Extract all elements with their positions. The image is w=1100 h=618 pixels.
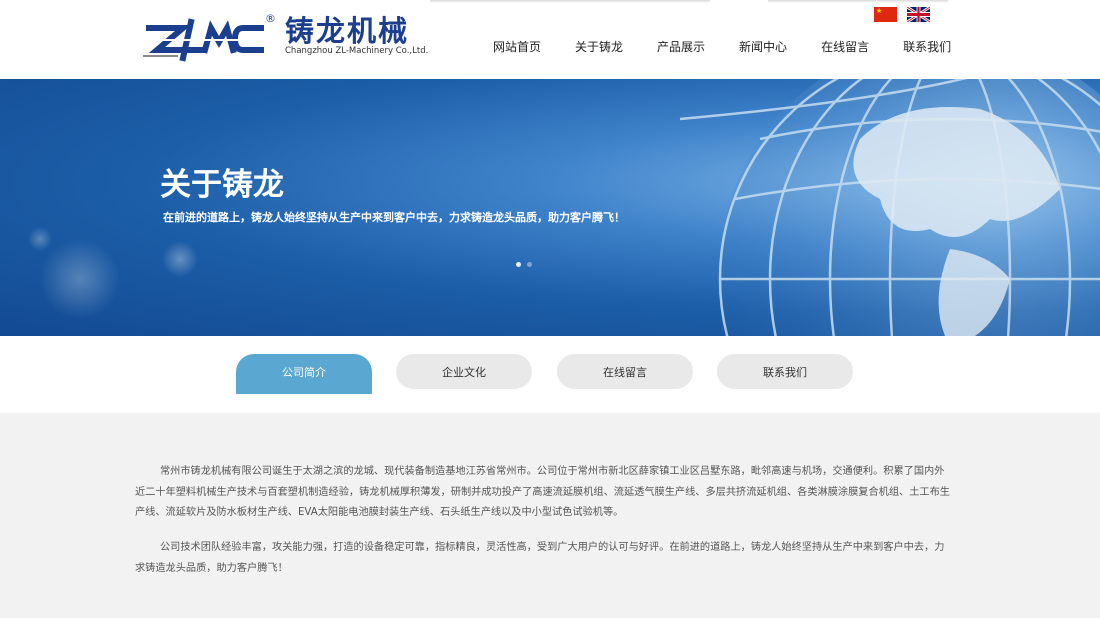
site-logo[interactable]: ® 铸龙机械 Changzhou ZL-Machinery Co.,Ltd. bbox=[143, 6, 428, 68]
tab-online-message[interactable]: 在线留言 bbox=[557, 354, 693, 389]
chinese-flag-icon[interactable]: ★ bbox=[874, 7, 897, 22]
sub-nav-tabs: 公司简介 企业文化 在线留言 联系我们 bbox=[0, 336, 1100, 413]
tab-corporate-culture[interactable]: 企业文化 bbox=[396, 354, 532, 389]
top-shadow-decoration bbox=[430, 0, 710, 3]
uk-flag-icon[interactable] bbox=[906, 5, 931, 24]
logo-chinese-name: 铸龙机械 bbox=[285, 14, 410, 48]
globe-illustration bbox=[28, 79, 1100, 336]
profile-paragraph: 公司技术团队经验丰富，攻关能力强，打造的设备稳定可靠，指标精良，灵活性高，受到广… bbox=[135, 542, 945, 574]
tab-company-profile[interactable]: 公司简介 bbox=[236, 354, 372, 394]
tab-contact-us[interactable]: 联系我们 bbox=[717, 354, 853, 389]
nav-item-news[interactable]: 新闻中心 bbox=[722, 38, 804, 55]
nav-item-products[interactable]: 产品展示 bbox=[640, 38, 722, 55]
nav-item-contact[interactable]: 联系我们 bbox=[886, 38, 968, 55]
main-nav: 网站首页 关于铸龙 产品展示 新闻中心 在线留言 联系我们 bbox=[476, 38, 968, 55]
nav-item-home[interactable]: 网站首页 bbox=[476, 38, 558, 55]
carousel-dot[interactable] bbox=[516, 262, 521, 267]
banner-title: 关于铸龙 bbox=[160, 167, 284, 203]
top-shadow-decoration bbox=[768, 0, 948, 3]
carousel-dot[interactable] bbox=[527, 262, 532, 267]
logo-english-name: Changzhou ZL-Machinery Co.,Ltd. bbox=[285, 46, 429, 56]
language-switcher: ★ bbox=[874, 5, 931, 24]
carousel-dots bbox=[516, 262, 532, 267]
site-header: ® 铸龙机械 Changzhou ZL-Machinery Co.,Ltd. ★… bbox=[0, 0, 1100, 79]
nav-item-about[interactable]: 关于铸龙 bbox=[558, 38, 640, 55]
zlmc-logo-icon bbox=[143, 18, 264, 62]
registered-mark: ® bbox=[265, 12, 276, 25]
nav-item-message[interactable]: 在线留言 bbox=[804, 38, 886, 55]
banner-subtitle: 在前进的道路上，铸龙人始终坚持从生产中来到客户中去，力求铸造龙头品质，助力客户腾… bbox=[163, 211, 625, 224]
profile-paragraph: 常州市铸龙机械有限公司诞生于太湖之滨的龙城、现代装备制造基地江苏省常州市。公司位… bbox=[135, 466, 950, 518]
company-profile-content: 常州市铸龙机械有限公司诞生于太湖之滨的龙城、现代装备制造基地江苏省常州市。公司位… bbox=[0, 413, 1100, 618]
hero-banner: 关于铸龙 在前进的道路上，铸龙人始终坚持从生产中来到客户中去，力求铸造龙头品质，… bbox=[0, 79, 1100, 336]
